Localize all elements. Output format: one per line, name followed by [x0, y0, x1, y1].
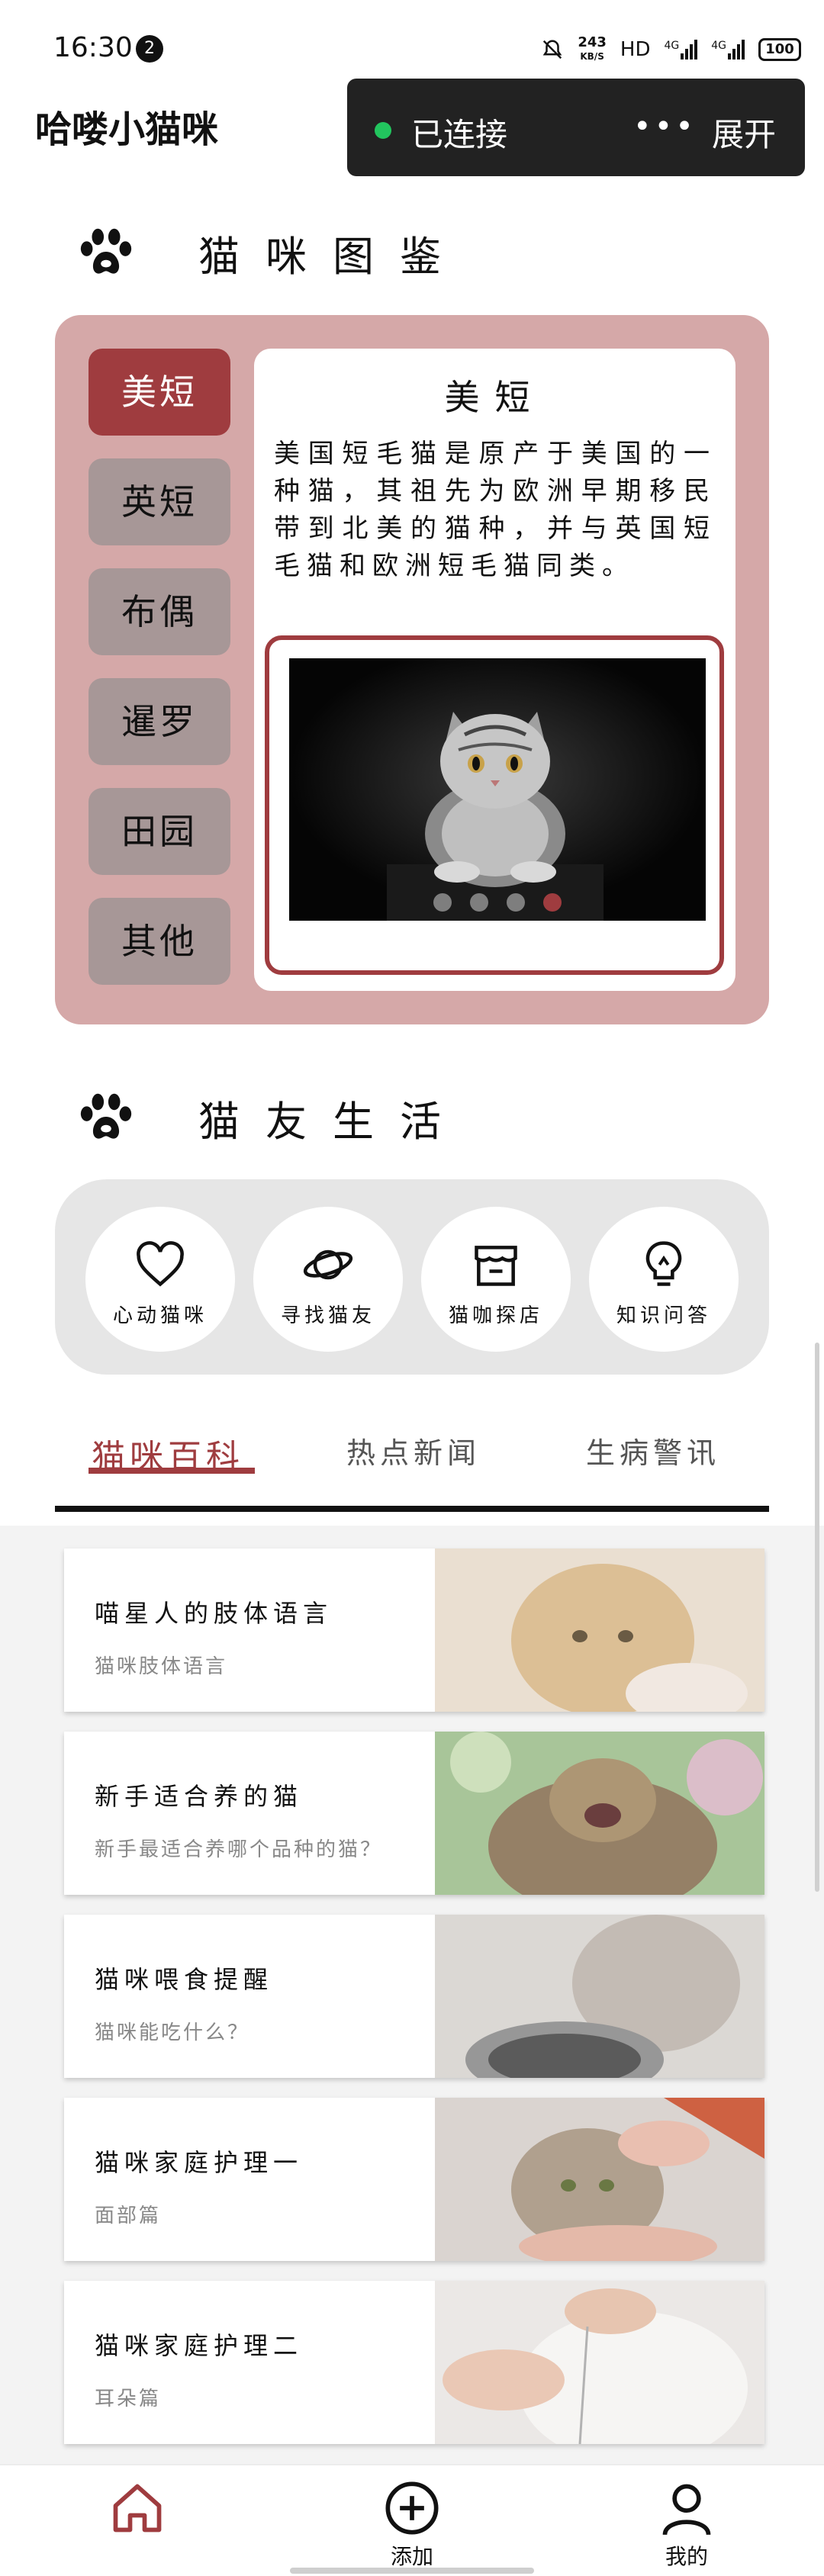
breed-tab[interactable]: 英短	[89, 458, 230, 545]
nav-home[interactable]	[84, 2479, 191, 2540]
active-tab-indicator	[89, 1468, 255, 1474]
article-thumbnail	[435, 1548, 764, 1712]
article-thumbnail	[435, 1732, 764, 1895]
user-icon	[662, 2484, 711, 2536]
breed-tab[interactable]: 美短	[89, 349, 230, 436]
bottom-nav: 添加 我的	[0, 2464, 824, 2576]
carousel-dot[interactable]	[470, 893, 488, 912]
quick-action-label: 猫咖探店	[448, 1304, 543, 1327]
nav-label: 添加	[390, 2544, 433, 2569]
article-subtitle: 猫咪能吃什么？	[95, 2021, 250, 2044]
article-title: 喵星人的肢体语言	[95, 1599, 333, 1628]
article-title: 猫咪喂食提醒	[95, 1965, 274, 1994]
carousel-dot-active[interactable]	[543, 893, 562, 912]
quiz-button[interactable]: 知识问答	[589, 1207, 739, 1352]
article-list: 喵星人的肢体语言 猫咪肢体语言 新手适合养的猫 新手最适合养哪个品种的猫？ 猫咪…	[0, 1526, 824, 2464]
article-title: 猫咪家庭护理二	[95, 2331, 304, 2360]
cat-illustration	[289, 658, 706, 921]
article-title: 猫咪家庭护理一	[95, 2148, 304, 2177]
expand-button[interactable]: 展开	[712, 109, 776, 156]
battery-icon: 100	[758, 38, 801, 61]
net-speed: 243 KB/S	[578, 34, 607, 63]
breed-detail-card: 美短 美国短毛猫是原产于美国的一种猫，其祖先为欧洲早期移民带到北美的猫种，并与英…	[254, 349, 735, 991]
notification-count-badge: 2	[136, 35, 163, 63]
article-thumbnail	[435, 2281, 764, 2444]
article-card[interactable]: 猫咪家庭护理一 面部篇	[64, 2098, 764, 2261]
find-friends-button[interactable]: 寻找猫友	[253, 1207, 403, 1352]
section-title: 猫友生活	[198, 1097, 467, 1146]
article-subtitle: 耳朵篇	[95, 2388, 162, 2410]
nav-profile[interactable]: 我的	[633, 2479, 740, 2571]
scrollbar-thumb[interactable]	[815, 1343, 819, 1892]
lightbulb-icon	[645, 1241, 682, 1286]
encyclopedia-header: 猫咪图鉴	[76, 218, 467, 287]
paw-icon	[80, 228, 132, 274]
article-card[interactable]: 喵星人的肢体语言 猫咪肢体语言	[64, 1548, 764, 1712]
more-icon[interactable]: •••	[633, 109, 697, 144]
hd-label: HD	[620, 38, 651, 61]
breed-panel: 美短 英短 布偶 暹罗 田园 其他 美短 美国短毛猫是原产于美国的一种猫，其祖先…	[55, 315, 769, 1024]
breed-name: 美短	[444, 377, 546, 418]
breed-tab[interactable]: 布偶	[89, 568, 230, 655]
breed-description: 美国短毛猫是原产于美国的一种猫，其祖先为欧洲早期移民带到北美的猫种，并与英国短毛…	[274, 439, 716, 581]
paw-icon	[80, 1093, 132, 1139]
cat-cafe-button[interactable]: 猫咖探店	[421, 1207, 571, 1352]
article-card[interactable]: 猫咪家庭护理二 耳朵篇	[64, 2281, 764, 2444]
add-circle-icon	[385, 2481, 439, 2535]
content-tabs: 猫咪百科 热点新闻 生病警讯	[55, 1419, 769, 1510]
mute-icon	[542, 40, 562, 59]
breed-tab[interactable]: 田园	[89, 788, 230, 875]
article-subtitle: 猫咪肢体语言	[95, 1655, 228, 1678]
carousel-dots[interactable]	[289, 893, 706, 912]
tab-hot-news[interactable]: 热点新闻	[346, 1430, 481, 1471]
quick-action-label: 心动猫咪	[112, 1304, 208, 1327]
connected-dot-icon	[375, 122, 391, 139]
planet-icon	[303, 1249, 353, 1280]
article-card[interactable]: 猫咪喂食提醒 猫咪能吃什么？	[64, 1915, 764, 2078]
article-card[interactable]: 新手适合养的猫 新手最适合养哪个品种的猫？	[64, 1732, 764, 1895]
article-subtitle: 面部篇	[95, 2205, 162, 2227]
tab-illness-alert[interactable]: 生病警讯	[586, 1430, 720, 1471]
status-indicators: 243 KB/S HD 4G 4G 100	[541, 31, 801, 69]
carousel-dot[interactable]	[433, 893, 452, 912]
heart-icon	[137, 1241, 184, 1287]
article-subtitle: 新手最适合养哪个品种的猫？	[95, 1838, 383, 1861]
breed-carousel[interactable]	[265, 635, 724, 975]
life-header: 猫友生活	[76, 1083, 467, 1152]
app-title: 哈喽小猫咪	[35, 108, 219, 151]
nav-label: 我的	[665, 2544, 708, 2569]
breed-tab[interactable]: 暹罗	[89, 678, 230, 765]
home-indicator[interactable]	[290, 2568, 534, 2574]
article-thumbnail	[435, 1915, 764, 2078]
article-thumbnail	[435, 2098, 764, 2261]
carousel-dot[interactable]	[507, 893, 525, 912]
connection-pill[interactable]: 已连接 ••• 展开	[347, 79, 805, 176]
breed-tab[interactable]: 其他	[89, 898, 230, 985]
connection-status: 已连接	[411, 116, 508, 153]
cat-photo	[289, 658, 706, 921]
signal-icon: 4G	[711, 40, 745, 59]
quick-action-label: 寻找猫友	[280, 1304, 375, 1327]
nav-add[interactable]: 添加	[359, 2479, 465, 2571]
section-title: 猫咪图鉴	[198, 232, 467, 281]
home-icon	[113, 2484, 162, 2533]
article-title: 新手适合养的猫	[95, 1782, 304, 1811]
status-time: 16:30	[53, 32, 133, 63]
signal-icon: 4G	[664, 40, 698, 59]
favorite-cats-button[interactable]: 心动猫咪	[85, 1207, 235, 1352]
tab-divider	[55, 1506, 769, 1512]
shop-icon	[475, 1246, 517, 1286]
quick-action-label: 知识问答	[616, 1304, 711, 1327]
quick-actions-panel: 心动猫咪 寻找猫友 猫咖探店 知识问答	[55, 1179, 769, 1375]
